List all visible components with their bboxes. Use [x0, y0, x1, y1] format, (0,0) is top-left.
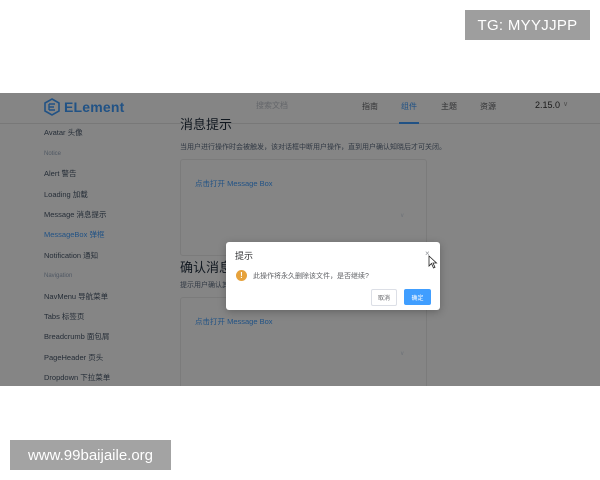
cancel-button[interactable]: 取消 — [371, 289, 397, 306]
watermark-bottom: www.99baijaile.org — [10, 440, 171, 470]
screenshot-area: ELement 搜索文档 指南 组件 主题 资源 2.15.0 ∨ Avatar… — [0, 93, 600, 386]
dialog-message: 此操作将永久删除该文件，是否继续? — [253, 273, 369, 280]
mouse-cursor-icon — [428, 255, 438, 269]
modal-mask[interactable] — [0, 93, 600, 386]
confirm-button[interactable]: 确定 — [404, 289, 431, 305]
watermark-top: TG: MYYJJPP — [465, 10, 590, 40]
warning-icon: ! — [236, 270, 247, 281]
dialog-title: 提示 — [235, 251, 254, 261]
message-box-dialog: 提示 × ! 此操作将永久删除该文件，是否继续? 取消 确定 — [226, 242, 440, 310]
